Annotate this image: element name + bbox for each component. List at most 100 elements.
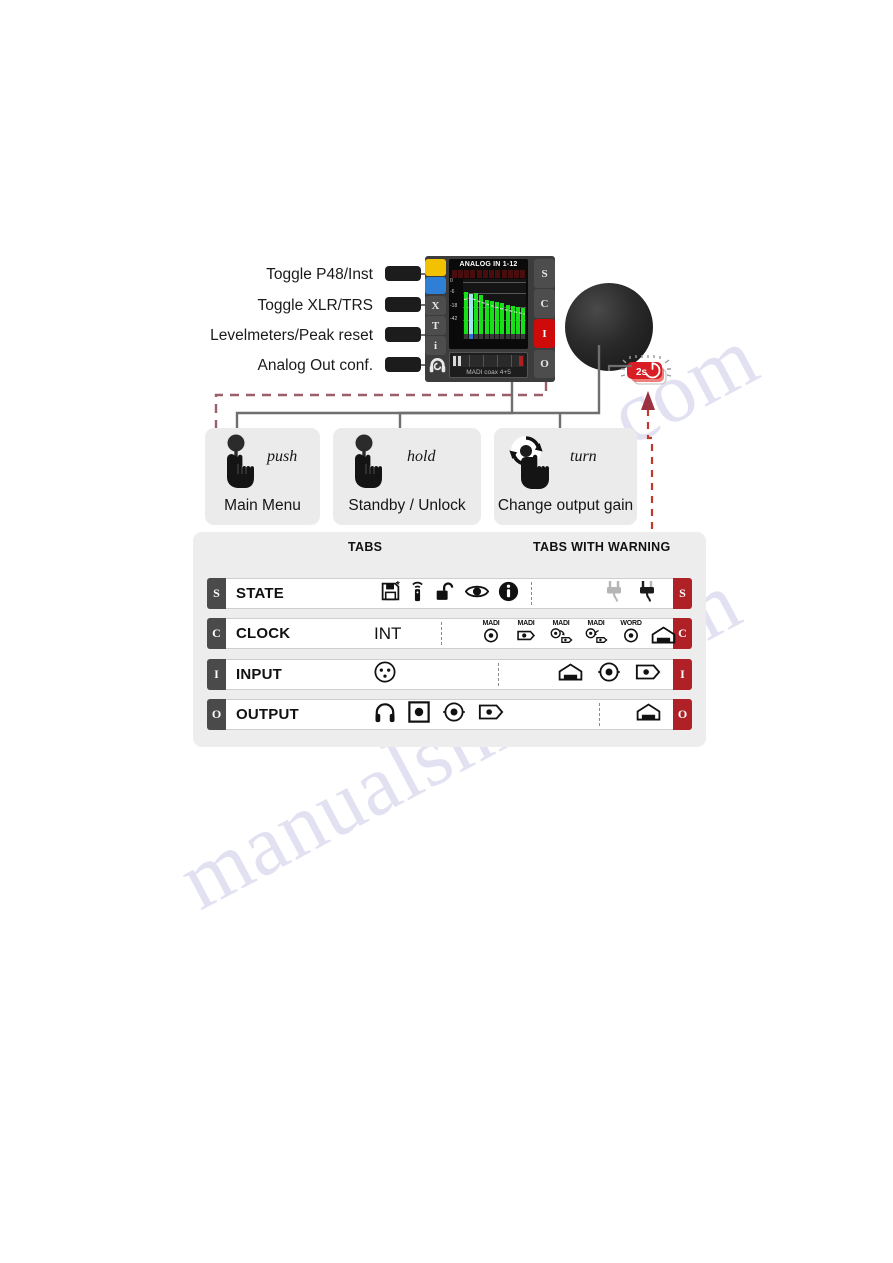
eye-icon[interactable] bbox=[464, 583, 490, 605]
tab-badge-left-clock: C bbox=[207, 618, 226, 649]
clock-warning-icon-group: MADI MADI MADI MADI WORD bbox=[476, 619, 676, 649]
tab-badge-right-output: O bbox=[673, 699, 692, 730]
device-button-x[interactable]: X bbox=[425, 296, 446, 315]
tab-divider bbox=[441, 622, 442, 645]
peak-group bbox=[452, 270, 475, 278]
tab-body-clock[interactable]: CLOCK INT MADI MADI MADI MADI WORD bbox=[226, 618, 676, 649]
madi-optical-icon[interactable]: MADI bbox=[511, 620, 541, 648]
tab-badge-left-output: O bbox=[207, 699, 226, 730]
label-toggle-p48-inst: Toggle P48/Inst bbox=[266, 266, 373, 283]
tab-body-state[interactable]: STATE * bbox=[226, 578, 673, 609]
tab-divider bbox=[531, 582, 532, 605]
coax-bnc-icon[interactable] bbox=[442, 701, 466, 728]
tab-label-clock: CLOCK bbox=[236, 625, 291, 642]
device-button-yellow[interactable] bbox=[425, 259, 446, 276]
meter-scale-42: -42 bbox=[450, 316, 458, 322]
info-icon[interactable] bbox=[498, 581, 519, 607]
gesture-caption-change-output-gain: Change output gain bbox=[497, 497, 634, 514]
tab-row-clock[interactable]: C CLOCK INT MADI MADI MADI MADI WORD C bbox=[207, 618, 692, 649]
tab-body-input[interactable]: INPUT bbox=[226, 659, 673, 690]
madi-caption: MADI bbox=[587, 619, 605, 627]
clock-source-value: INT bbox=[374, 623, 402, 643]
power-plug-grey-icon[interactable] bbox=[603, 580, 627, 607]
tab-badge-left-input: I bbox=[207, 659, 226, 690]
meter-bottom-strip bbox=[463, 334, 526, 339]
device-tab-input[interactable]: I bbox=[534, 319, 555, 348]
power-badge-seconds: 2s bbox=[636, 367, 648, 378]
tabs-panel: TABS TABS WITH WARNING S STATE * S C CLO… bbox=[193, 532, 706, 747]
label-levelmeters-peak-reset: Levelmeters/Peak reset bbox=[210, 327, 373, 344]
madi-coax-icon[interactable]: MADI bbox=[476, 620, 506, 648]
ethernet-jack-icon[interactable] bbox=[636, 703, 661, 726]
meter-scale-0: 0 bbox=[450, 278, 453, 284]
button-p48-inst[interactable] bbox=[385, 266, 421, 281]
input-icon-group bbox=[374, 661, 396, 688]
screen-title: ANALOG IN 1-12 bbox=[459, 261, 518, 268]
square-dot-icon[interactable] bbox=[408, 701, 430, 728]
input-warning-icon-group bbox=[558, 661, 661, 688]
tab-row-input[interactable]: I INPUT I bbox=[207, 659, 692, 690]
optical-icon[interactable] bbox=[478, 702, 504, 727]
gesture-caption-main-menu: Main Menu bbox=[224, 497, 301, 514]
hand-hold-icon bbox=[345, 434, 391, 490]
device-tab-output[interactable]: O bbox=[534, 350, 555, 378]
tab-body-output[interactable]: OUTPUT bbox=[226, 699, 673, 730]
svg-text:*: * bbox=[396, 581, 401, 591]
gesture-word-hold: hold bbox=[407, 448, 436, 465]
label-analog-out-conf: Analog Out conf. bbox=[257, 357, 373, 374]
remote-control-icon[interactable] bbox=[410, 580, 425, 607]
gesture-word-push: push bbox=[267, 448, 298, 465]
tab-row-state[interactable]: S STATE * S bbox=[207, 578, 692, 609]
output-icon-group bbox=[374, 701, 504, 728]
hand-turn-icon bbox=[506, 434, 552, 490]
header-tabs-with-warning: TABS WITH WARNING bbox=[533, 540, 671, 554]
power-plug-dark-icon[interactable] bbox=[636, 580, 660, 607]
output-meter bbox=[453, 355, 524, 367]
tab-divider bbox=[498, 663, 499, 686]
ethernet-jack-icon[interactable] bbox=[651, 625, 676, 649]
power-button-badge[interactable]: 2s bbox=[618, 355, 676, 389]
device-button-t[interactable]: T bbox=[425, 316, 446, 335]
coax-bnc-icon[interactable] bbox=[597, 661, 621, 688]
ethernet-jack-icon[interactable] bbox=[558, 663, 583, 686]
peak-hold-curve bbox=[463, 297, 526, 315]
madi-caption: MADI bbox=[552, 619, 570, 627]
word-clock-icon[interactable]: WORD bbox=[616, 620, 646, 648]
madi-caption: MADI bbox=[482, 619, 500, 627]
gesture-box-turn: turn Change output gain bbox=[494, 428, 637, 525]
device-tab-state[interactable]: S bbox=[534, 259, 555, 288]
tab-badge-right-input: I bbox=[673, 659, 692, 690]
device-button-blue[interactable] bbox=[425, 277, 446, 294]
gesture-caption-standby-unlock: Standby / Unlock bbox=[348, 497, 466, 514]
state-warning-icon-group bbox=[603, 580, 660, 607]
hand-push-icon bbox=[217, 434, 263, 490]
tab-label-input: INPUT bbox=[236, 666, 282, 683]
meter-scale-6: -6 bbox=[450, 289, 455, 295]
tab-label-state: STATE bbox=[236, 585, 284, 602]
peak-indicator-row bbox=[452, 270, 525, 278]
xlr-connector-icon[interactable] bbox=[374, 661, 396, 688]
device-tab-clock[interactable]: C bbox=[534, 289, 555, 318]
tab-label-output: OUTPUT bbox=[236, 706, 299, 723]
button-analog-out[interactable] bbox=[385, 357, 421, 372]
tab-row-output[interactable]: O OUTPUT O bbox=[207, 699, 692, 730]
tabs-header: TABS TABS WITH WARNING bbox=[193, 540, 706, 560]
label-toggle-xlr-trs: Toggle XLR/TRS bbox=[257, 297, 373, 314]
madi-caption: MADI bbox=[517, 619, 535, 627]
button-xlr-trs[interactable] bbox=[385, 297, 421, 312]
madi-opt-to-coax-icon[interactable]: MADI bbox=[581, 620, 611, 648]
optical-icon[interactable] bbox=[635, 662, 661, 687]
button-levelmeters[interactable] bbox=[385, 327, 421, 342]
device-front-panel: X T i ANALOG IN 1-12 0 -6 -18 -42 MADI c… bbox=[425, 256, 555, 382]
peak-group bbox=[502, 270, 525, 278]
unlocked-padlock-icon[interactable] bbox=[434, 581, 456, 607]
device-screen: ANALOG IN 1-12 0 -6 -18 -42 bbox=[449, 259, 528, 349]
floppy-save-icon[interactable]: * bbox=[380, 579, 401, 607]
headphone-icon bbox=[427, 352, 448, 378]
tab-badge-left-state: S bbox=[207, 578, 226, 609]
level-meter-area bbox=[463, 279, 526, 339]
madi-coax-to-opt-icon[interactable]: MADI bbox=[546, 620, 576, 648]
output-source-label: MADI coax 4+5 bbox=[466, 369, 511, 376]
state-icon-group: * bbox=[380, 579, 519, 607]
headphones-icon[interactable] bbox=[374, 702, 396, 728]
